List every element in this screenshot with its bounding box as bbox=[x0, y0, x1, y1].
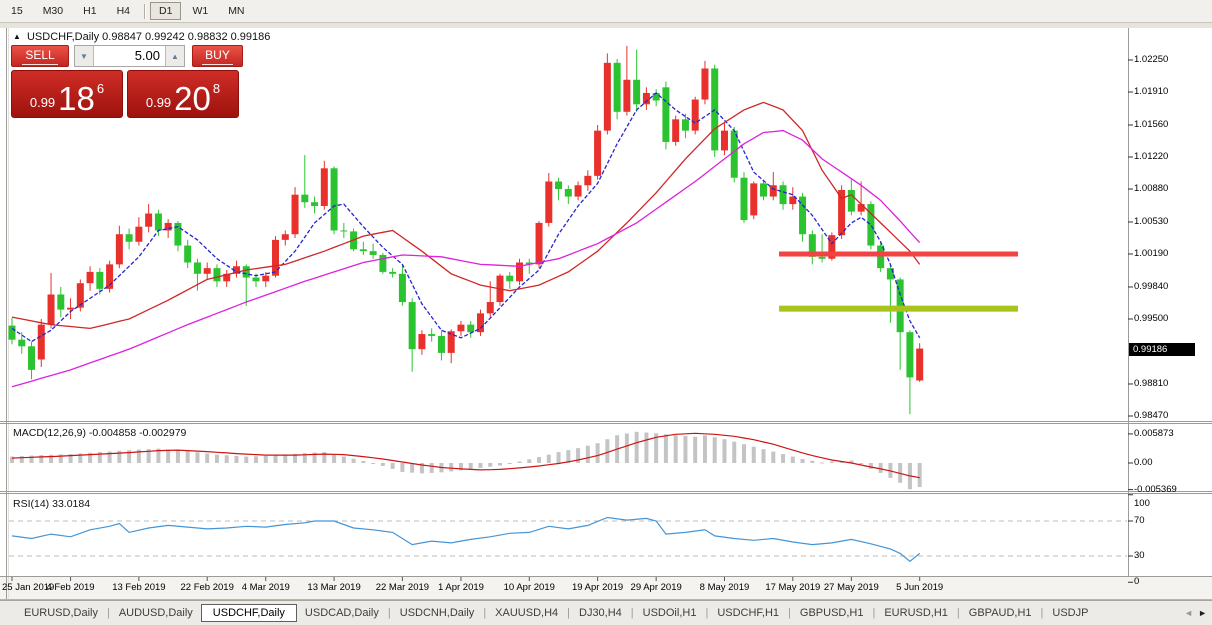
window-gap bbox=[0, 23, 1212, 28]
tab-usdjp[interactable]: USDJP bbox=[1044, 606, 1096, 620]
price-axis-label: 1.01910 bbox=[1134, 86, 1168, 97]
price-axis-label: 0.99500 bbox=[1134, 313, 1168, 324]
volume-increase-icon[interactable]: ▲ bbox=[165, 46, 184, 66]
date-axis-label: 13 Feb 2019 bbox=[112, 582, 165, 593]
sell-button[interactable]: SELL bbox=[11, 45, 69, 67]
ask-big-digits: 20 bbox=[174, 85, 211, 113]
price-axis-label: 1.00530 bbox=[1134, 216, 1168, 227]
price-axis-label: 1.01220 bbox=[1134, 151, 1168, 162]
price-axis-label: 1.00190 bbox=[1134, 248, 1168, 259]
date-axis-label: 4 Feb 2019 bbox=[47, 582, 95, 593]
price-axis-label: 0.98810 bbox=[1134, 378, 1168, 389]
tab-usdcnh-daily[interactable]: USDCNH,Daily bbox=[392, 606, 483, 620]
rsi-axis-label: 30 bbox=[1134, 550, 1145, 561]
tab-scroll-arrows: ◄► bbox=[1184, 608, 1212, 618]
timeframe-button-w1[interactable]: W1 bbox=[183, 2, 217, 20]
date-axis-label: 27 May 2019 bbox=[824, 582, 879, 593]
ask-pip-digit: 8 bbox=[213, 81, 220, 96]
rsi-indicator-label: RSI(14) 33.0184 bbox=[13, 498, 90, 510]
tab-usdchf-h1[interactable]: USDCHF,H1 bbox=[709, 606, 787, 620]
date-axis-label: 22 Feb 2019 bbox=[181, 582, 234, 593]
tab-gbpaud-h1[interactable]: GBPAUD,H1 bbox=[961, 606, 1040, 620]
tab-audusd-daily[interactable]: AUDUSD,Daily bbox=[111, 606, 201, 620]
timeframe-toolbar: 15M30H1H4 D1W1MN bbox=[0, 0, 1212, 23]
chart-ohlc-values: 0.98847 0.99242 0.98832 0.99186 bbox=[102, 31, 270, 43]
tab-scroll-right-icon[interactable]: ► bbox=[1198, 608, 1207, 618]
macd-axis-label: 0.005873 bbox=[1134, 428, 1174, 439]
one-click-trading-panel: SELL ▼ 5.00 ▲ BUY 0.99 18 6 0.99 20 8 bbox=[11, 45, 243, 118]
tab-usdchf-daily[interactable]: USDCHF,Daily bbox=[201, 604, 297, 622]
rsi-axis-label: 100 bbox=[1134, 498, 1150, 509]
tab-usdoil-h1[interactable]: USDOil,H1 bbox=[635, 606, 705, 620]
tab-xauusd-h4[interactable]: XAUUSD,H4 bbox=[487, 606, 566, 620]
timeframe-button-15[interactable]: 15 bbox=[2, 2, 32, 20]
date-axis-label: 5 Jun 2019 bbox=[896, 582, 943, 593]
rsi-axis-label: 0 bbox=[1134, 576, 1139, 587]
date-axis-label: 1 Apr 2019 bbox=[438, 582, 484, 593]
rsi-axis-label: 70 bbox=[1134, 515, 1145, 526]
price-axis-label: 1.01560 bbox=[1134, 119, 1168, 130]
tab-scroll-left-icon[interactable]: ◄ bbox=[1184, 608, 1193, 618]
chart-symbol-label: USDCHF,Daily bbox=[27, 31, 99, 43]
bid-big-digits: 18 bbox=[58, 85, 95, 113]
volume-stepper: ▼ 5.00 ▲ bbox=[74, 45, 185, 67]
buy-button[interactable]: BUY bbox=[192, 45, 243, 67]
price-axis-label: 1.02250 bbox=[1134, 54, 1168, 65]
price-axis-label: 0.98470 bbox=[1134, 410, 1168, 421]
date-axis-label: 29 Apr 2019 bbox=[631, 582, 682, 593]
date-axis-label: 8 May 2019 bbox=[700, 582, 750, 593]
bid-price-panel[interactable]: 0.99 18 6 bbox=[11, 70, 123, 118]
date-axis-label: 4 Mar 2019 bbox=[242, 582, 290, 593]
tab-usdcad-daily[interactable]: USDCAD,Daily bbox=[297, 606, 387, 620]
date-axis-label: 19 Apr 2019 bbox=[572, 582, 623, 593]
timeframe-button-d1[interactable]: D1 bbox=[150, 2, 181, 20]
date-axis-label: 17 May 2019 bbox=[765, 582, 820, 593]
macd-axis-label: -0.005369 bbox=[1134, 484, 1177, 495]
timeframe-button-h4[interactable]: H4 bbox=[108, 2, 139, 20]
date-axis-label: 10 Apr 2019 bbox=[504, 582, 555, 593]
collapse-triangle-icon[interactable]: ▲ bbox=[13, 32, 21, 41]
volume-input[interactable]: 5.00 bbox=[94, 46, 165, 66]
chart-tab-bar: EURUSD,Daily|AUDUSD,DailyUSDCHF,DailyUSD… bbox=[0, 600, 1212, 625]
macd-axis-label: 0.00 bbox=[1134, 457, 1153, 468]
tab-dj30-h4[interactable]: DJ30,H4 bbox=[571, 606, 630, 620]
timeframe-button-m30[interactable]: M30 bbox=[34, 2, 72, 20]
toolbar-separator bbox=[144, 4, 145, 19]
trading-terminal: { "toolbar": { "timeframes": [ {"label":… bbox=[0, 0, 1212, 625]
current-price-tag: 0.99186 bbox=[1129, 343, 1195, 356]
date-axis-label: 13 Mar 2019 bbox=[307, 582, 360, 593]
tab-eurusd-h1[interactable]: EURUSD,H1 bbox=[876, 606, 956, 620]
date-axis-label: 22 Mar 2019 bbox=[376, 582, 429, 593]
price-axis-label: 1.00880 bbox=[1134, 183, 1168, 194]
ask-price-panel[interactable]: 0.99 20 8 bbox=[127, 70, 239, 118]
bid-prefix: 0.99 bbox=[30, 95, 55, 110]
chart-title: ▲ USDCHF,Daily 0.98847 0.99242 0.98832 0… bbox=[13, 31, 270, 43]
timeframe-button-h1[interactable]: H1 bbox=[74, 2, 105, 20]
bid-pip-digit: 6 bbox=[97, 81, 104, 96]
ask-prefix: 0.99 bbox=[146, 95, 171, 110]
timeframe-button-mn[interactable]: MN bbox=[219, 2, 253, 20]
macd-indicator-label: MACD(12,26,9) -0.004858 -0.002979 bbox=[13, 427, 186, 439]
price-axis-label: 0.99840 bbox=[1134, 281, 1168, 292]
volume-decrease-icon[interactable]: ▼ bbox=[75, 46, 94, 66]
tab-gbpusd-h1[interactable]: GBPUSD,H1 bbox=[792, 606, 872, 620]
tab-eurusd-daily[interactable]: EURUSD,Daily bbox=[16, 606, 106, 620]
